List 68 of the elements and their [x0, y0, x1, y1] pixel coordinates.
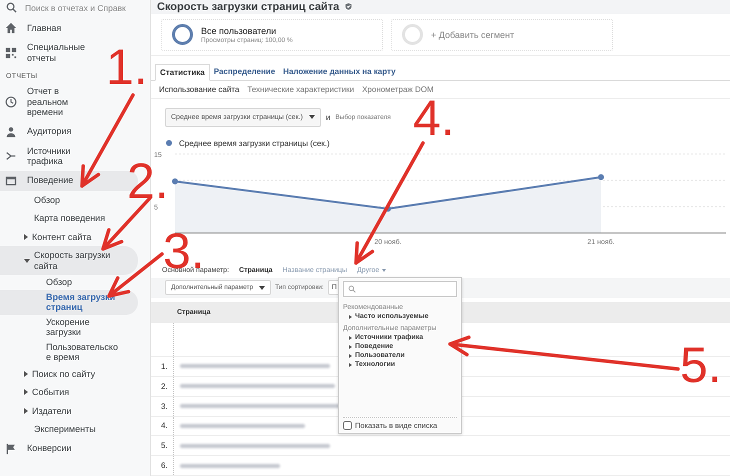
nav-item[interactable]: Источники трафика	[0, 142, 99, 170]
annotation-number: 5.	[680, 346, 722, 384]
legend-label: Среднее время загрузки страницы (сек.)	[179, 138, 330, 148]
clock-icon	[5, 96, 17, 108]
nav-item[interactable]: Контент сайта	[0, 228, 126, 246]
nav-item[interactable]: Пользовательское время	[0, 340, 128, 364]
tab[interactable]: Наложение данных на карту	[279, 64, 400, 80]
row-number: 6.	[160, 461, 169, 470]
data-point	[172, 178, 178, 184]
flag-icon	[5, 442, 17, 454]
caret-icon	[349, 354, 352, 358]
segment-ring-icon	[172, 24, 193, 46]
caret-icon	[349, 344, 352, 348]
annotation-number: 3.	[163, 234, 205, 268]
data-point	[598, 174, 604, 180]
checkbox[interactable]	[343, 421, 352, 430]
row-number: 4.	[160, 421, 169, 430]
nav-item[interactable]: Ускорение загрузки	[0, 314, 128, 340]
nav-item[interactable]: Эксперименты	[0, 420, 128, 438]
add-segment-label: + Добавить сегмент	[431, 30, 514, 40]
nav-item[interactable]: Главная	[0, 18, 99, 38]
nav-item[interactable]: Издатели	[0, 402, 126, 420]
caret-icon	[308, 115, 315, 120]
segment-name: Все пользователи	[201, 26, 278, 36]
nav-item[interactable]: События	[0, 383, 126, 402]
subtab[interactable]: Технические характеристики	[247, 84, 354, 94]
annotation-number: 1.	[106, 48, 148, 86]
caret-icon	[24, 258, 30, 262]
page-title: Скорость загрузки страниц сайта	[157, 0, 340, 13]
search-icon	[348, 285, 356, 293]
tab[interactable]: Распределение	[210, 64, 280, 80]
annotation-number: 4.	[413, 99, 455, 137]
search-icon	[6, 2, 17, 13]
caret-icon	[382, 268, 386, 272]
caret-icon	[24, 234, 28, 240]
row-number: 5.	[160, 441, 169, 450]
row-number: 3.	[160, 402, 169, 411]
caret-icon	[24, 389, 28, 396]
segment-ring-icon	[402, 24, 423, 46]
caret-icon	[349, 336, 352, 340]
nav-item[interactable]: Конверсии	[0, 438, 99, 458]
caret-icon	[24, 408, 28, 414]
subtab[interactable]: Хронометраж DOM	[362, 84, 434, 94]
nav-item[interactable]: Отчет в реальном времени	[0, 82, 99, 122]
person-icon	[5, 126, 17, 138]
search-field[interactable]: Поиск в отчетах и Справк	[25, 2, 137, 12]
nav-item[interactable]: Поиск по сайту	[0, 364, 126, 383]
segment-card[interactable]: + Добавить сегмент	[391, 18, 613, 51]
grid-icon	[5, 46, 17, 58]
row-number: 1.	[160, 362, 169, 371]
nav-item[interactable]: Обзор	[0, 275, 128, 290]
subtab[interactable]: Использование сайта	[159, 84, 240, 94]
window-icon	[5, 174, 17, 186]
nav-item[interactable]: Аудитория	[0, 122, 99, 142]
caret-icon	[24, 370, 28, 377]
row-number: 2.	[160, 382, 169, 391]
tab[interactable]: Статистика	[155, 64, 210, 81]
nav-item[interactable]: Карта поведения	[0, 209, 128, 228]
caret-icon	[349, 362, 352, 366]
home-icon	[5, 22, 17, 34]
nav-item[interactable]: Скорость загрузки сайта	[0, 246, 138, 275]
fork-icon	[5, 150, 17, 162]
search-field[interactable]	[343, 281, 457, 297]
caret-icon	[349, 314, 352, 318]
nav-item[interactable]: Специальные отчеты	[0, 38, 99, 67]
joiner-text: и	[326, 112, 330, 122]
caret-icon	[259, 286, 266, 290]
nav-item[interactable]: Обзор	[0, 190, 128, 209]
